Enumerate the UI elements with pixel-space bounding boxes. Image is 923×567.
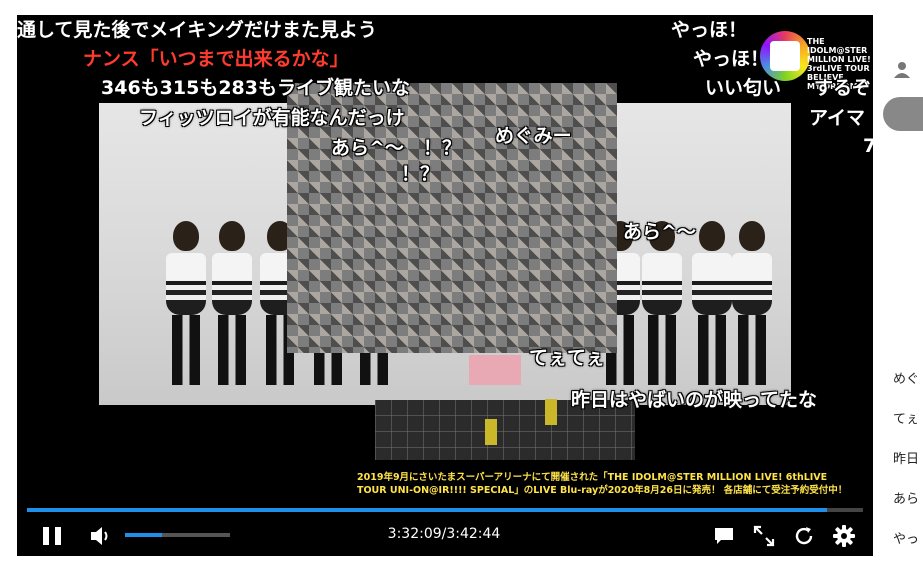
comment-list-item[interactable]: めぐ — [893, 368, 919, 387]
fullscreen-icon[interactable] — [752, 524, 776, 548]
danmaku-comment: いい匂い — [705, 77, 782, 99]
volume-slider[interactable] — [125, 533, 230, 537]
comment-list-item[interactable]: てぇ — [893, 408, 919, 427]
danmaku-comment: てぇてぇ — [529, 347, 606, 369]
seek-bar-progress — [27, 508, 828, 512]
seek-bar[interactable] — [27, 508, 863, 512]
performer — [209, 221, 255, 385]
danmaku-comment: めぐみー — [495, 125, 572, 147]
danmaku-comment: アイマ — [809, 107, 866, 129]
danmaku-comment: あら^～ — [331, 137, 404, 159]
danmaku-comment: 346も315も283もライブ観たいな — [101, 77, 410, 99]
user-icon[interactable] — [893, 60, 911, 78]
danmaku-comment: ！？ — [401, 163, 440, 185]
comment-list-item[interactable]: あら — [893, 488, 919, 507]
danmaku-comment: ナンス「いつまで出来るかな」 — [83, 48, 349, 70]
danmaku-comment: 昨日はやばいのが映ってたな — [571, 389, 818, 411]
volume-slider-level — [125, 533, 162, 537]
danmaku-comment: するぞ — [814, 77, 872, 99]
settings-gear-icon[interactable] — [832, 524, 856, 548]
comment-list-item[interactable]: 昨日 — [893, 448, 919, 467]
performer — [163, 221, 209, 385]
danmaku-comment: やっほ！ — [693, 48, 770, 70]
video-player[interactable]: THE IDOLM@STER MILLION LIVE! 3rdLIVE TOU… — [17, 15, 873, 556]
performer — [639, 221, 685, 385]
loop-icon[interactable] — [792, 524, 816, 548]
danmaku-comment: フィッツロイが有能なんだっけ — [139, 107, 405, 129]
danmaku-comment: あら^～ — [623, 221, 696, 243]
danmaku-comment: 通して見た後でメイキングだけまた見よう — [17, 19, 377, 41]
pause-button[interactable] — [41, 525, 63, 547]
comment-list-item[interactable]: やっ — [893, 528, 919, 547]
sidebar-button[interactable] — [883, 97, 923, 131]
mosaic-overlay-pink — [469, 355, 521, 385]
volume-icon[interactable] — [89, 525, 113, 547]
mosaic-overlay-yellow — [485, 419, 497, 445]
video-caption: 2019年9月にさいたまスーパーアリーナにて開催された「THE IDOLM@ST… — [357, 472, 848, 496]
mosaic-overlay-yellow — [545, 399, 557, 425]
danmaku-comment: 7 — [863, 135, 873, 157]
danmaku-comment: やっほ！ — [671, 19, 748, 41]
danmaku-comment: ！？ — [423, 137, 462, 159]
performer — [729, 221, 775, 385]
time-display: 3:32:09/3:42:44 — [387, 526, 501, 542]
comment-toggle-icon[interactable] — [712, 524, 736, 548]
